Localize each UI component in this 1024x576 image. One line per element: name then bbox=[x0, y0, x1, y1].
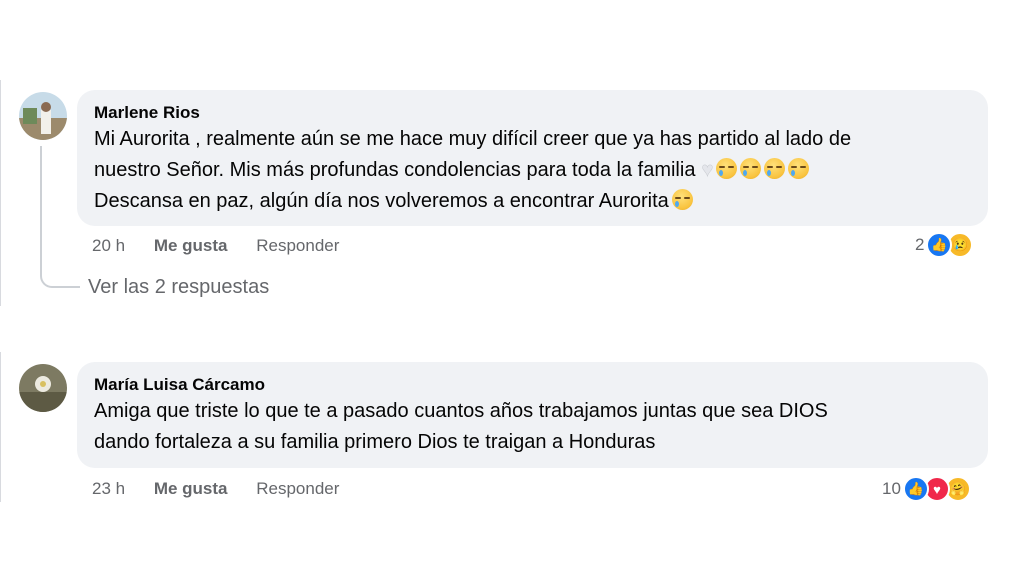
comment-bubble: Marlene Rios Mi Aurorita , realmente aún… bbox=[77, 90, 988, 226]
sad-face-emoji-icon bbox=[764, 158, 786, 179]
comment-text-line: dando fortaleza a su familia primero Dio… bbox=[94, 431, 656, 453]
comment-author[interactable]: María Luisa Cárcamo bbox=[94, 374, 972, 396]
like-icon: 👍 bbox=[926, 232, 953, 258]
comment-text-line: nuestro Señor. Mis más profundas condole… bbox=[94, 155, 972, 186]
comment-text-line: Amiga que triste lo que te a pasado cuan… bbox=[94, 400, 828, 422]
reaction-summary[interactable]: 10 👍 ♥ 🤗 bbox=[882, 476, 971, 502]
comment-time[interactable]: 20 h bbox=[92, 236, 125, 255]
sad-face-emoji-icon bbox=[788, 158, 810, 179]
reaction-count: 10 bbox=[882, 479, 901, 498]
avatar[interactable] bbox=[19, 364, 67, 412]
left-border-top bbox=[0, 80, 1, 306]
view-replies-link[interactable]: Ver las 2 respuestas bbox=[88, 276, 269, 299]
reply-thread-line bbox=[40, 146, 80, 288]
comment-text-line: Descansa en paz, algún día nos volveremo… bbox=[94, 186, 972, 217]
sad-face-emoji-icon bbox=[740, 158, 762, 179]
like-button[interactable]: Me gusta bbox=[154, 479, 228, 498]
reply-button[interactable]: Responder bbox=[256, 236, 339, 255]
left-border-bottom bbox=[0, 352, 1, 502]
sad-face-emoji-icon bbox=[671, 189, 693, 210]
comment-actions: 23 h Me gusta Responder bbox=[92, 479, 363, 499]
like-button[interactable]: Me gusta bbox=[154, 236, 228, 255]
reaction-count: 2 bbox=[915, 235, 925, 254]
comment-time[interactable]: 23 h bbox=[92, 479, 125, 498]
white-heart-emoji-icon: ♥ bbox=[701, 159, 714, 182]
comment-text-line: Mi Aurorita , realmente aún se me hace m… bbox=[94, 128, 852, 150]
comment-bubble: María Luisa Cárcamo Amiga que triste lo … bbox=[77, 362, 988, 468]
sad-face-emoji-icon bbox=[716, 158, 738, 179]
reply-button[interactable]: Responder bbox=[256, 479, 339, 498]
reaction-summary[interactable]: 2 👍 😢 bbox=[915, 232, 974, 258]
like-icon: 👍 bbox=[902, 476, 929, 502]
avatar[interactable] bbox=[19, 92, 67, 140]
comment-actions: 20 h Me gusta Responder bbox=[92, 236, 363, 256]
comment-author[interactable]: Marlene Rios bbox=[94, 102, 972, 124]
